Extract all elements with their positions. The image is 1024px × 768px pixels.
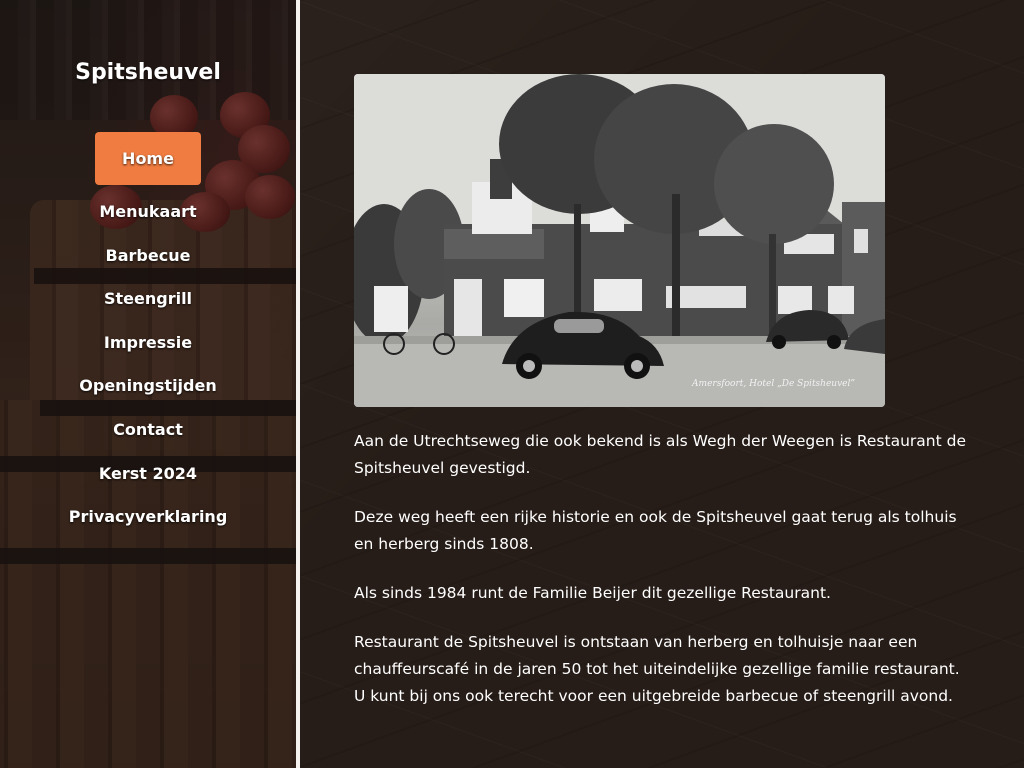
nav-item-privacyverklaring[interactable]: Privacyverklaring — [0, 495, 296, 539]
nav-item-openingstijden[interactable]: Openingstijden — [0, 364, 296, 408]
main-nav: Home Menukaart Barbecue Steengrill Impre… — [0, 132, 296, 539]
nav-item-barbecue[interactable]: Barbecue — [0, 234, 296, 278]
paragraph: U kunt bij ons ook terecht voor een uitg… — [354, 687, 953, 705]
paragraph: Deze weg heeft een rijke historie en ook… — [354, 508, 957, 553]
intro-text: Aan de Utrechtseweg die ook bekend is al… — [354, 428, 974, 710]
nav-item-home[interactable]: Home — [95, 132, 201, 185]
paragraph: Aan de Utrechtseweg die ook bekend is al… — [354, 432, 966, 477]
nav-item-contact[interactable]: Contact — [0, 408, 296, 452]
paragraph: Restaurant de Spitsheuvel is ontstaan va… — [354, 633, 960, 678]
nav-item-steengrill[interactable]: Steengrill — [0, 277, 296, 321]
sidebar: Spitsheuvel Home Menukaart Barbecue Stee… — [0, 0, 296, 768]
photo-caption: Amersfoort, Hotel „De Spitsheuvel” — [692, 379, 855, 389]
historic-photo-illustration — [354, 74, 885, 407]
nav-item-menukaart[interactable]: Menukaart — [0, 190, 296, 234]
nav-item-kerst-2024[interactable]: Kerst 2024 — [0, 452, 296, 496]
paragraph: Als sinds 1984 runt de Familie Beijer di… — [354, 584, 831, 602]
site-brand[interactable]: Spitsheuvel — [0, 60, 296, 85]
main-content: Amersfoort, Hotel „De Spitsheuvel” Aan d… — [300, 0, 1024, 768]
historic-hotel-photo: Amersfoort, Hotel „De Spitsheuvel” — [354, 74, 885, 407]
nav-item-impressie[interactable]: Impressie — [0, 321, 296, 365]
